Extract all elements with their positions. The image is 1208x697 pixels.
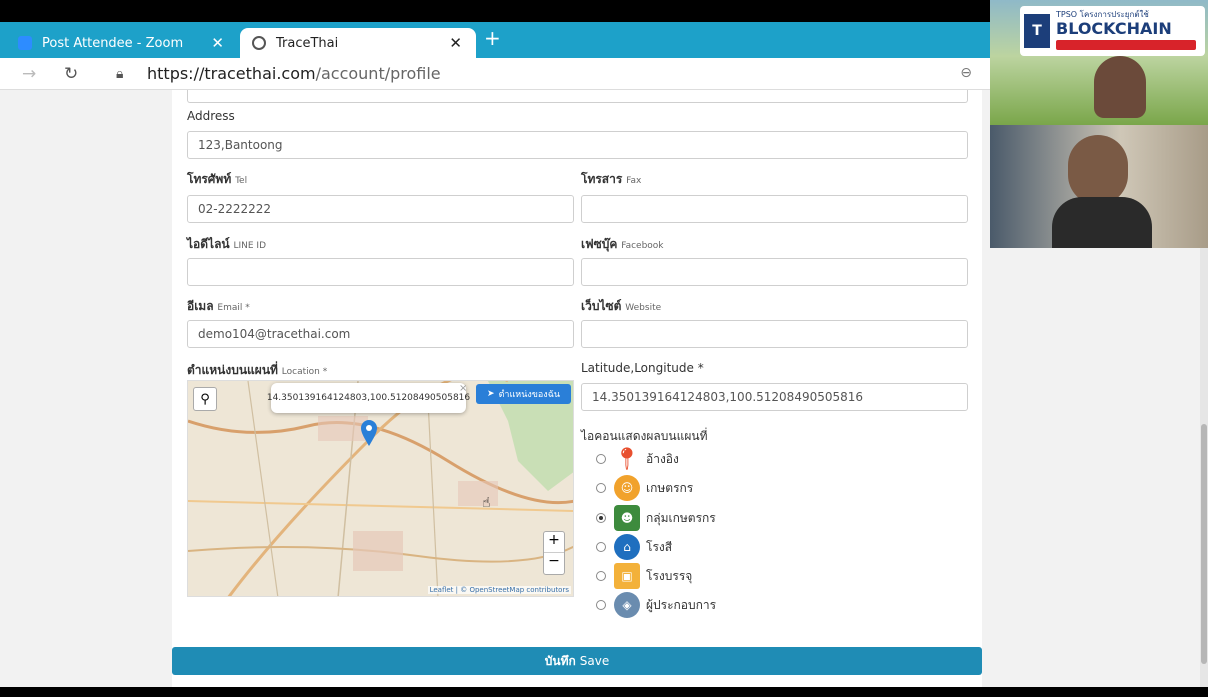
forward-icon[interactable]: → [22,64,36,84]
icon-option-reference[interactable]: 📍︎ อ้างอิง [596,446,679,472]
icon-option-farmer[interactable]: ☺ เกษตรกร [596,475,693,501]
icon-option-entrepreneur[interactable]: ◈ ผู้ประกอบการ [596,592,716,618]
save-button[interactable]: บันทึก Save [172,647,982,675]
packing-icon: ▣ [614,563,640,589]
tel-input[interactable]: 02-2222222 [187,195,574,223]
radio-button[interactable] [596,571,606,581]
map-marker-icon[interactable] [360,419,378,447]
facebook-label: เฟซบุ๊ค Facebook [581,237,664,251]
line-id-label: ไอดีไลน์ LINE ID [187,237,267,251]
close-tab-icon[interactable]: ✕ [449,34,462,52]
website-input[interactable] [581,320,968,348]
my-location-button[interactable]: ➤ ตำแหน่งของฉัน [476,384,571,404]
tpso-logo: T [1024,14,1050,48]
zoom-icon [18,36,32,50]
new-tab-icon[interactable]: + [484,26,501,50]
bottom-black-bar [0,687,1208,697]
icon-option-farmer-group[interactable]: ☻ กลุ่มเกษตรกร [596,505,716,531]
fax-input[interactable] [581,195,968,223]
url-field[interactable]: https://tracethai.com/account/profile [147,64,441,83]
participant-face [1068,135,1128,205]
zoom-lens-icon[interactable]: ⊖ [960,65,972,81]
close-tab-icon[interactable]: ✕ [211,34,224,52]
tel-label: โทรศัพท์ Tel [187,172,248,186]
zoom-control: + − [543,531,565,575]
red-strip [1056,40,1196,50]
participant-face [1094,56,1146,118]
map-search-icon[interactable]: ⚲ [193,387,217,411]
latlng-input[interactable]: 14.350139164124803,100.51208490505816 [581,383,968,411]
browser-tab-strip: Post Attendee - Zoom ✕ TraceThai ✕ + [0,22,990,58]
email-input[interactable]: demo104@tracethai.com [187,320,574,348]
icon-options-label: ไอคอนแสดงผลบนแผนที่ [581,429,708,443]
previous-field-edge [187,90,968,103]
mill-icon: ⌂ [614,534,640,560]
icon-option-packing[interactable]: ▣ โรงบรรจุ [596,563,692,589]
hand-cursor-icon: ☝ [482,495,491,511]
radio-button[interactable] [596,454,606,464]
participant-video-1: T TPSO โครงการประยุกต์ใช้ BLOCKCHAIN [990,0,1208,125]
tab-label: Post Attendee - Zoom [42,35,184,51]
location-map[interactable]: ⚲ 14.350139164124803,100.51208490505816 … [187,380,574,597]
location-arrow-icon: ➤ [487,389,495,399]
location-label: ตำแหน่งบนแผนที่ Location * [187,363,328,377]
line-id-input[interactable] [187,258,574,286]
blockchain-banner: T TPSO โครงการประยุกต์ใช้ BLOCKCHAIN [1020,6,1205,56]
screen: Post Attendee - Zoom ✕ TraceThai ✕ + → ↻… [0,0,1208,697]
participant-body [1052,197,1152,248]
facebook-input[interactable] [581,258,968,286]
website-label: เว็บไซต์ Website [581,299,662,313]
map-tiles [188,381,573,596]
farmer-group-icon: ☻ [614,505,640,531]
zoom-out-button[interactable]: − [544,553,564,574]
tab-label: TraceThai [276,35,339,51]
icon-option-mill[interactable]: ⌂ โรงสี [596,534,672,560]
blockchain-title: BLOCKCHAIN [1056,19,1172,38]
radio-button[interactable] [596,483,606,493]
video-participants: T TPSO โครงการประยุกต์ใช้ BLOCKCHAIN [990,0,1208,248]
farmer-icon: ☺ [614,475,640,501]
tracethai-icon [252,36,266,50]
email-label: อีเมล Email * [187,299,250,313]
participant-video-2 [990,125,1208,248]
address-label: Address [187,109,235,123]
radio-button[interactable] [596,542,606,552]
reload-icon[interactable]: ↻ [64,64,78,84]
entrepreneur-icon: ◈ [614,592,640,618]
zoom-in-button[interactable]: + [544,532,564,553]
org-label: TPSO [1056,10,1078,19]
address-bar: → ↻ 🔒︎ https://tracethai.com/account/pro… [0,58,990,90]
map-pin-icon: 📍︎ [613,446,641,472]
radio-button[interactable] [596,600,606,610]
tab-zoom[interactable]: Post Attendee - Zoom ✕ [6,28,238,58]
lock-icon[interactable]: 🔒︎ [116,66,123,82]
map-popup: 14.350139164124803,100.51208490505816 [267,383,470,413]
latlng-label: Latitude,Longitude * [581,361,704,375]
scrollbar-thumb[interactable] [1201,424,1207,664]
fax-label: โทรสาร Fax [581,172,642,186]
radio-button-selected[interactable] [596,513,606,523]
tab-tracethai[interactable]: TraceThai ✕ [240,28,476,58]
project-subtitle: โครงการประยุกต์ใช้ [1079,10,1149,19]
address-input[interactable]: 123,Bantoong [187,131,968,159]
map-attribution: Leaflet | © OpenStreetMap contributors [427,586,571,594]
popup-close-icon[interactable]: × [459,383,467,394]
